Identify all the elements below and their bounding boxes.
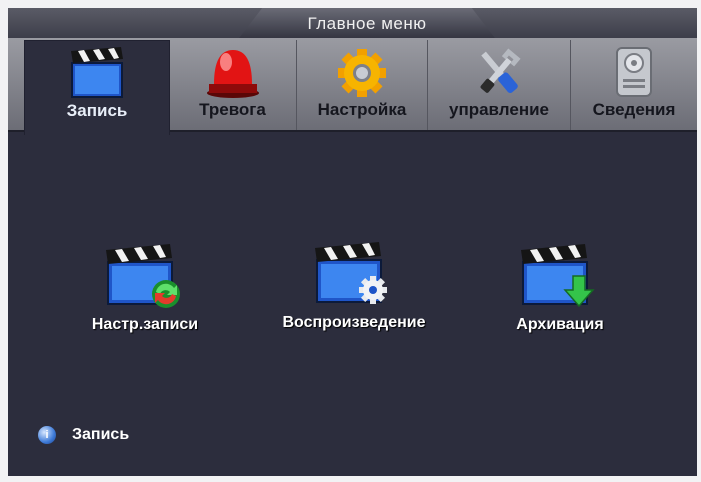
clapperboard-icon xyxy=(71,47,123,98)
info-icon: i xyxy=(38,426,56,444)
tab-record[interactable]: Запись xyxy=(24,40,170,135)
menu-item-backup[interactable]: Архивация xyxy=(475,244,645,334)
backup-icon xyxy=(521,244,595,308)
record-settings-icon xyxy=(106,244,180,308)
tab-label: управление xyxy=(449,100,549,119)
menu-item-playback[interactable]: Воспроизведение xyxy=(269,242,439,332)
menu-item-label: Архивация xyxy=(516,316,604,333)
tab-label: Запись xyxy=(66,101,128,120)
status-bar: i Запись xyxy=(38,426,129,444)
status-text: Запись xyxy=(72,426,130,443)
main-tabs: Запись Тревога Настройка управление Свед… xyxy=(8,38,697,135)
page-title: Главное меню xyxy=(307,14,427,33)
menu-item-record-settings[interactable]: Настр.записи xyxy=(60,244,230,334)
tab-label: Тревога xyxy=(199,100,266,119)
alarm-siren-icon xyxy=(206,50,259,98)
tab-alarm[interactable]: Тревога xyxy=(169,40,297,130)
tab-management[interactable]: управление xyxy=(428,40,571,130)
tab-label: Настройка xyxy=(317,100,407,119)
menu-item-label: Воспроизведение xyxy=(282,314,426,331)
tools-icon xyxy=(480,48,521,94)
dvr-screen: Главное меню Запись Тревога Настройка уп… xyxy=(8,8,697,476)
hard-drive-icon xyxy=(616,47,652,97)
tab-label: Сведения xyxy=(592,100,676,119)
tab-settings[interactable]: Настройка xyxy=(297,40,428,130)
menu-item-label: Настр.записи xyxy=(91,316,199,333)
gear-icon xyxy=(338,49,386,97)
tab-info[interactable]: Сведения xyxy=(571,40,697,130)
playback-icon xyxy=(315,242,387,304)
